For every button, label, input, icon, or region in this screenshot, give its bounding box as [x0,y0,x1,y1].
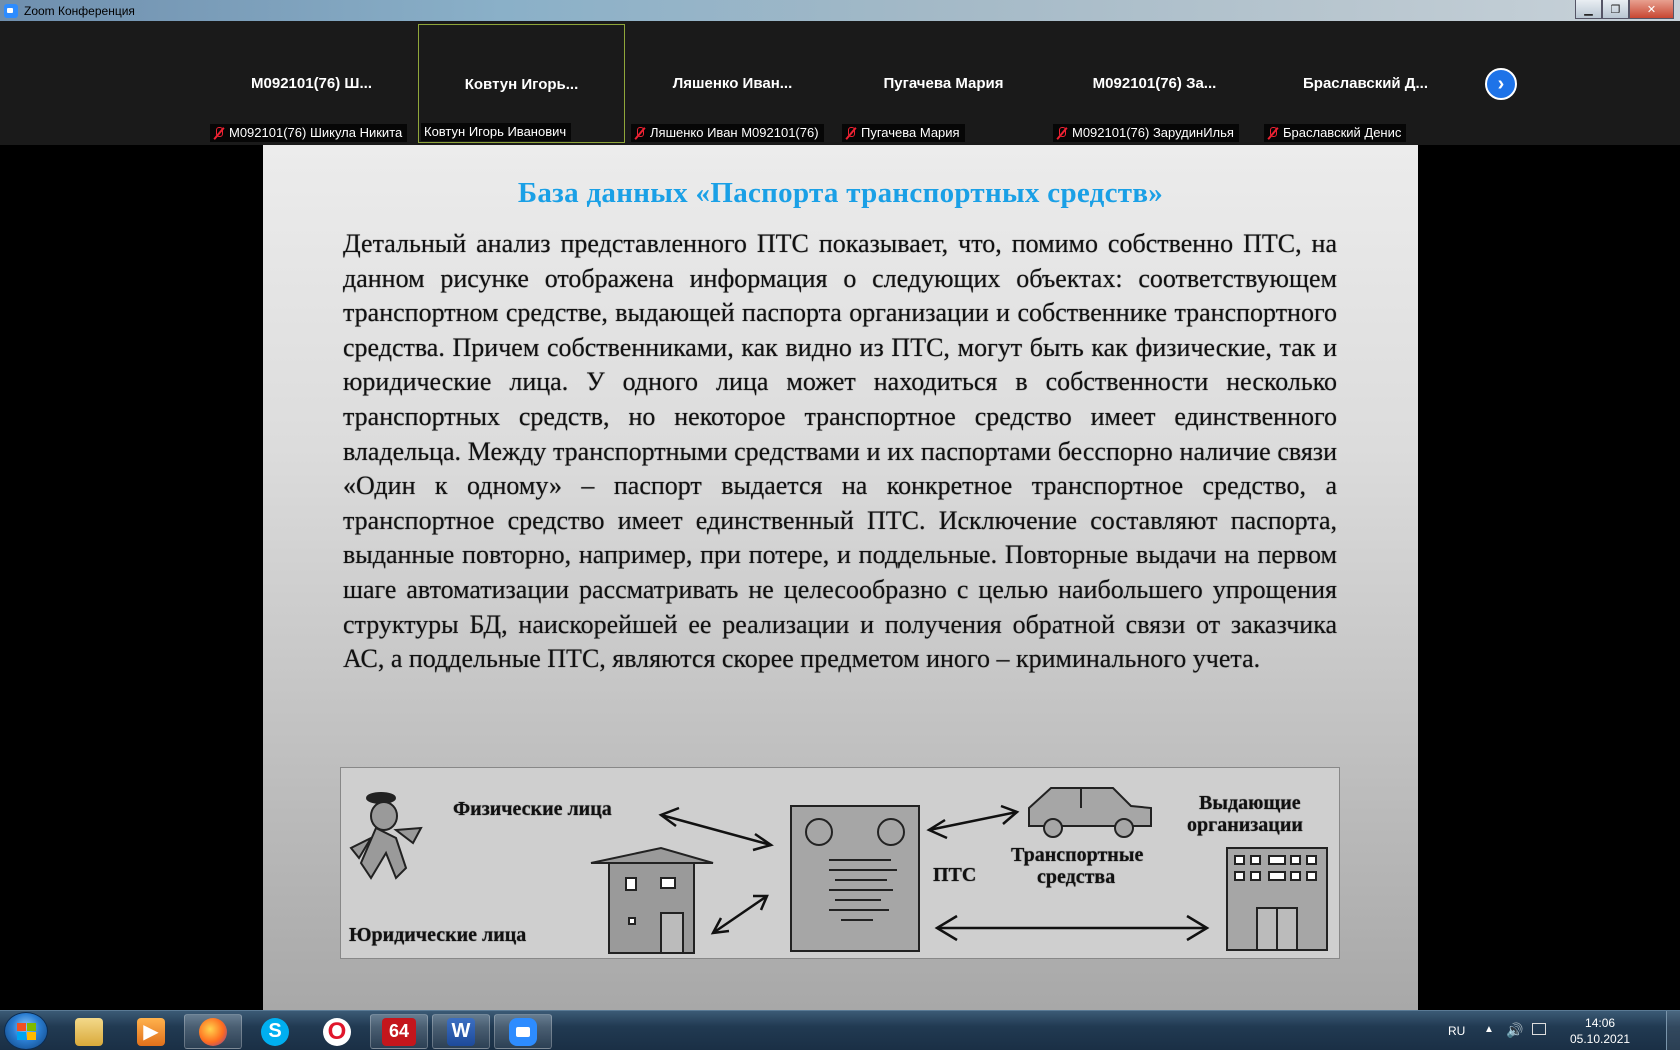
network-icon[interactable] [1532,1023,1546,1035]
building-icon [1226,847,1328,951]
slide-title: База данных «Паспорта транспортных средс… [517,177,1164,209]
zoom-app-icon [4,3,18,18]
participant-tile[interactable]: M092101(76) Ш... M092101(76) Шикула Ники… [208,24,415,143]
participant-label-text: M092101(76) ЗарудинИлья [1072,125,1234,140]
participant-name: Ковтун Игорь... [464,76,579,93]
clock[interactable]: 14:06 05.10.2021 [1570,1015,1630,1047]
participant-label-text: Ляшенко Иван M092101(76) [650,125,819,140]
zoom-icon [509,1017,537,1046]
legal-persons-label: Юридические лица [349,924,527,946]
vehicles-label-line1: Транспортные [1011,844,1144,866]
clock-date: 05.10.2021 [1570,1032,1631,1046]
taskbar-media-player[interactable]: ▶ [122,1014,180,1049]
taskbar-firefox[interactable] [184,1014,242,1049]
close-button[interactable]: ✕ [1629,0,1674,19]
mic-muted-icon [634,126,645,140]
window-title: Zoom Конференция [24,3,135,18]
volume-icon[interactable]: 🔊 [1506,1022,1523,1039]
document-icon [790,805,920,952]
aida64-icon: 64 [382,1017,416,1046]
mic-muted-icon [1267,126,1278,140]
show-hidden-icons-icon[interactable]: ▲ [1484,1024,1494,1035]
maximize-button[interactable]: ❐ [1602,0,1629,19]
participant-label-text: M092101(76) Шикула Никита [229,125,403,140]
participant-name: Браславский Д... [1303,75,1428,92]
participant-name: Ляшенко Иван... [672,75,793,92]
window-titlebar[interactable]: Zoom Конференция ▁ ❐ ✕ [0,0,1680,21]
issuers-label-line1: Выдающие [1199,792,1301,814]
car-icon [1028,787,1152,838]
vehicles-label-line2: средства [1037,866,1116,888]
slide-body-text: Детальный анализ представленного ПТС пок… [343,229,1337,674]
person-icon [349,792,423,880]
participant-tile-active-speaker[interactable]: Ковтун Игорь... Ковтун Игорь Иванович [418,24,625,143]
mic-muted-icon [213,126,224,140]
clock-time: 14:06 [1585,1016,1616,1030]
participant-label-text: Пугачева Мария [861,125,960,140]
taskbar-explorer[interactable] [60,1014,118,1049]
pts-label: ПТС [933,864,977,886]
participant-tile[interactable]: M092101(76) За... M092101(76) ЗарудинИль… [1051,24,1258,143]
start-button[interactable] [4,1012,48,1050]
taskbar-word[interactable]: W [432,1014,490,1049]
participant-name: M092101(76) Ш... [251,75,372,92]
word-icon: W [447,1017,475,1046]
mic-muted-icon [1056,126,1067,140]
language-indicator[interactable]: RU [1448,1024,1465,1038]
firefox-icon [199,1017,227,1046]
participant-label: Пугачева Мария [842,124,965,142]
house-icon [590,846,714,954]
participant-label: M092101(76) ЗарудинИлья [1053,124,1239,142]
minimize-button[interactable]: ▁ [1575,0,1602,19]
taskbar-opera[interactable]: O [308,1014,366,1049]
participant-label: Браславский Денис [1264,124,1407,142]
participant-tile[interactable]: Ляшенко Иван... Ляшенко Иван M092101(76) [629,24,836,143]
show-desktop-button[interactable] [1666,1011,1680,1050]
mic-muted-icon [845,126,856,140]
skype-icon: S [261,1017,289,1046]
participant-label: M092101(76) Шикула Никита [210,124,408,142]
media-icon: ▶ [137,1017,165,1046]
windows-taskbar: ▶ S O 64 W RU ▲ 🔊 14:06 05.10.2021 [0,1010,1680,1050]
participant-name: M092101(76) За... [1092,75,1217,92]
windows-logo-icon [17,1023,37,1041]
participant-label: Ковтун Игорь Иванович [421,123,572,141]
folder-icon [75,1017,103,1046]
opera-icon: O [323,1017,351,1046]
participant-name: Пугачева Мария [883,75,1004,92]
taskbar-aida64[interactable]: 64 [370,1014,428,1049]
taskbar-skype[interactable]: S [246,1014,304,1049]
window-controls: ▁ ❐ ✕ [1575,0,1674,19]
next-page-arrow-icon[interactable]: › [1485,68,1517,100]
system-tray: RU ▲ 🔊 14:06 05.10.2021 [1440,1011,1680,1050]
physical-persons-label: Физические лица [453,798,612,820]
participant-label-text: Браславский Денис [1283,125,1402,140]
entity-diagram: Физические лица Юридические лица ПТС Тра… [340,767,1340,959]
participant-gallery: M092101(76) Ш... M092101(76) Шикула Ники… [0,21,1680,145]
participant-label: Ляшенко Иван M092101(76) [631,124,824,142]
issuers-label-line2: организации [1187,814,1303,836]
participant-label-text: Ковтун Игорь Иванович [424,124,567,139]
participant-tile[interactable]: Пугачева Мария Пугачева Мария [840,24,1047,143]
taskbar-zoom[interactable] [494,1014,552,1049]
participant-tile[interactable]: Браславский Д... Браславский Денис [1262,24,1469,143]
